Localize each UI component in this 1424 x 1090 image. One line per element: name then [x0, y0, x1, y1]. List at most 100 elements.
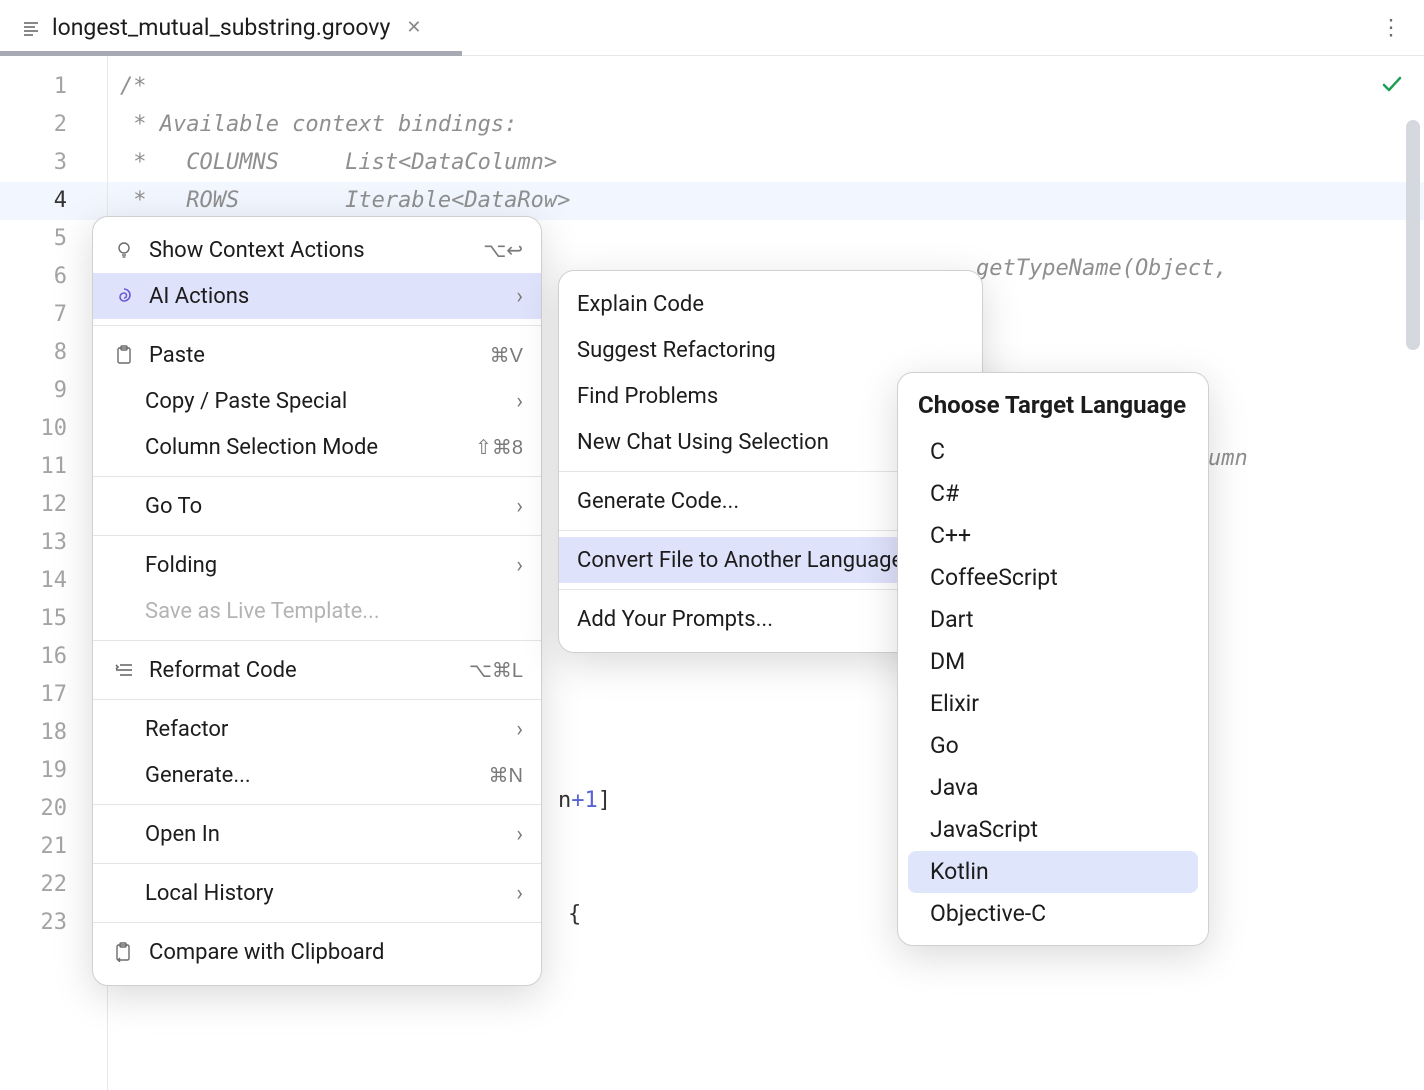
menu-label: Copy / Paste Special — [145, 389, 504, 414]
bulb-icon — [111, 240, 137, 260]
ai-icon — [111, 286, 137, 306]
menu-paste[interactable]: Paste ⌘V — [93, 332, 541, 378]
submenu-explain-code[interactable]: Explain Code — [559, 281, 982, 327]
menu-label: AI Actions — [149, 284, 504, 309]
menu-separator — [93, 863, 541, 864]
tab-filename: longest_mutual_substring.groovy — [52, 14, 390, 41]
line-number: 10 — [0, 410, 107, 448]
line-number: 2 — [0, 106, 107, 144]
language-option[interactable]: DM — [908, 641, 1198, 683]
menu-label: Suggest Refactoring — [577, 338, 964, 363]
language-popup-title: Choose Target Language — [898, 383, 1208, 431]
menu-label: Save as Live Template... — [145, 599, 523, 624]
language-option[interactable]: CoffeeScript — [908, 557, 1198, 599]
menu-label: Reformat Code — [149, 658, 457, 683]
chevron-right-icon: › — [516, 494, 523, 519]
line-number: 23 — [0, 904, 107, 942]
language-option[interactable]: JavaScript — [908, 809, 1198, 851]
line-number: 22 — [0, 866, 107, 904]
line-number: 11 — [0, 448, 107, 486]
line-number: 20 — [0, 790, 107, 828]
menu-shortcut: ⌥⌘L — [469, 658, 523, 683]
line-number: 3 — [0, 144, 107, 182]
more-icon[interactable]: ⋮ — [1380, 15, 1404, 40]
menu-separator — [93, 804, 541, 805]
menu-label: Compare with Clipboard — [149, 940, 523, 965]
chevron-right-icon: › — [516, 881, 523, 906]
language-option[interactable]: C++ — [908, 515, 1198, 557]
line-number: 19 — [0, 752, 107, 790]
menu-local-history[interactable]: Local History › — [93, 870, 541, 916]
menu-shortcut: ⇧⌘8 — [475, 435, 523, 460]
compare-icon — [111, 942, 137, 962]
language-option[interactable]: Elixir — [908, 683, 1198, 725]
code-line-current: * ROWS Iterable<DataRow> — [108, 182, 1424, 220]
menu-label: Go To — [145, 494, 504, 519]
menu-generate[interactable]: Generate... ⌘N — [93, 752, 541, 798]
code-fragment: getTypeName(Object, — [976, 256, 1228, 281]
chevron-right-icon: › — [516, 389, 523, 414]
menu-label: Open In — [145, 822, 504, 847]
menu-show-context-actions[interactable]: Show Context Actions ⌥↩ — [93, 227, 541, 273]
chevron-right-icon: › — [516, 284, 523, 309]
menu-shortcut: ⌥↩ — [483, 238, 523, 263]
menu-label: Show Context Actions — [149, 238, 471, 263]
language-option[interactable]: Objective-C — [908, 893, 1198, 935]
scrollbar-thumb[interactable] — [1406, 120, 1420, 350]
code-fragment: { — [568, 902, 581, 927]
menu-ai-actions[interactable]: AI Actions › — [93, 273, 541, 319]
line-number: 12 — [0, 486, 107, 524]
menu-reformat-code[interactable]: Reformat Code ⌥⌘L — [93, 647, 541, 693]
line-number: 1 — [0, 68, 107, 106]
line-number: 17 — [0, 676, 107, 714]
menu-label: Column Selection Mode — [145, 435, 463, 460]
menu-shortcut: ⌘V — [490, 343, 523, 368]
line-number: 6 — [0, 258, 107, 296]
menu-separator — [93, 325, 541, 326]
menu-save-live-template: Save as Live Template... — [93, 588, 541, 634]
menu-separator — [93, 640, 541, 641]
menu-column-selection[interactable]: Column Selection Mode ⇧⌘8 — [93, 424, 541, 470]
language-option[interactable]: Java — [908, 767, 1198, 809]
menu-label: Paste — [149, 343, 478, 368]
line-number: 18 — [0, 714, 107, 752]
menu-refactor[interactable]: Refactor › — [93, 706, 541, 752]
file-icon — [20, 17, 42, 39]
line-number: 16 — [0, 638, 107, 676]
menu-compare-clipboard[interactable]: Compare with Clipboard — [93, 929, 541, 975]
code-line: /* — [108, 68, 1424, 106]
language-option[interactable]: C# — [908, 473, 1198, 515]
chevron-right-icon: › — [516, 822, 523, 847]
menu-separator — [93, 535, 541, 536]
context-menu: Show Context Actions ⌥↩ AI Actions › Pas… — [92, 216, 542, 986]
language-option[interactable]: Dart — [908, 599, 1198, 641]
file-tab[interactable]: longest_mutual_substring.groovy ✕ — [8, 0, 433, 55]
code-fragment: n+1] — [558, 788, 611, 813]
menu-label: Explain Code — [577, 292, 964, 317]
line-number: 5 — [0, 220, 107, 258]
submenu-suggest-refactoring[interactable]: Suggest Refactoring — [559, 327, 982, 373]
reformat-icon — [111, 662, 137, 678]
status-check-icon[interactable] — [1380, 72, 1404, 102]
menu-go-to[interactable]: Go To › — [93, 483, 541, 529]
menu-folding[interactable]: Folding › — [93, 542, 541, 588]
chevron-right-icon: › — [516, 553, 523, 578]
language-option[interactable]: Kotlin — [908, 851, 1198, 893]
editor-tab-bar: longest_mutual_substring.groovy ✕ ⋮ — [0, 0, 1424, 56]
code-line: * Available context bindings: — [108, 106, 1424, 144]
menu-open-in[interactable]: Open In › — [93, 811, 541, 857]
menu-copy-paste-special[interactable]: Copy / Paste Special › — [93, 378, 541, 424]
line-number: 4 — [0, 182, 107, 220]
code-line: * COLUMNS List<DataColumn> — [108, 144, 1424, 182]
chevron-right-icon: › — [516, 717, 523, 742]
menu-label: Local History — [145, 881, 504, 906]
menu-separator — [93, 699, 541, 700]
menu-label: Refactor — [145, 717, 504, 742]
clipboard-icon — [111, 345, 137, 365]
line-number: 15 — [0, 600, 107, 638]
code-fragment: umn — [1208, 446, 1248, 471]
menu-separator — [93, 476, 541, 477]
language-option[interactable]: C — [908, 431, 1198, 473]
language-option[interactable]: Go — [908, 725, 1198, 767]
close-tab-icon[interactable]: ✕ — [406, 17, 421, 38]
